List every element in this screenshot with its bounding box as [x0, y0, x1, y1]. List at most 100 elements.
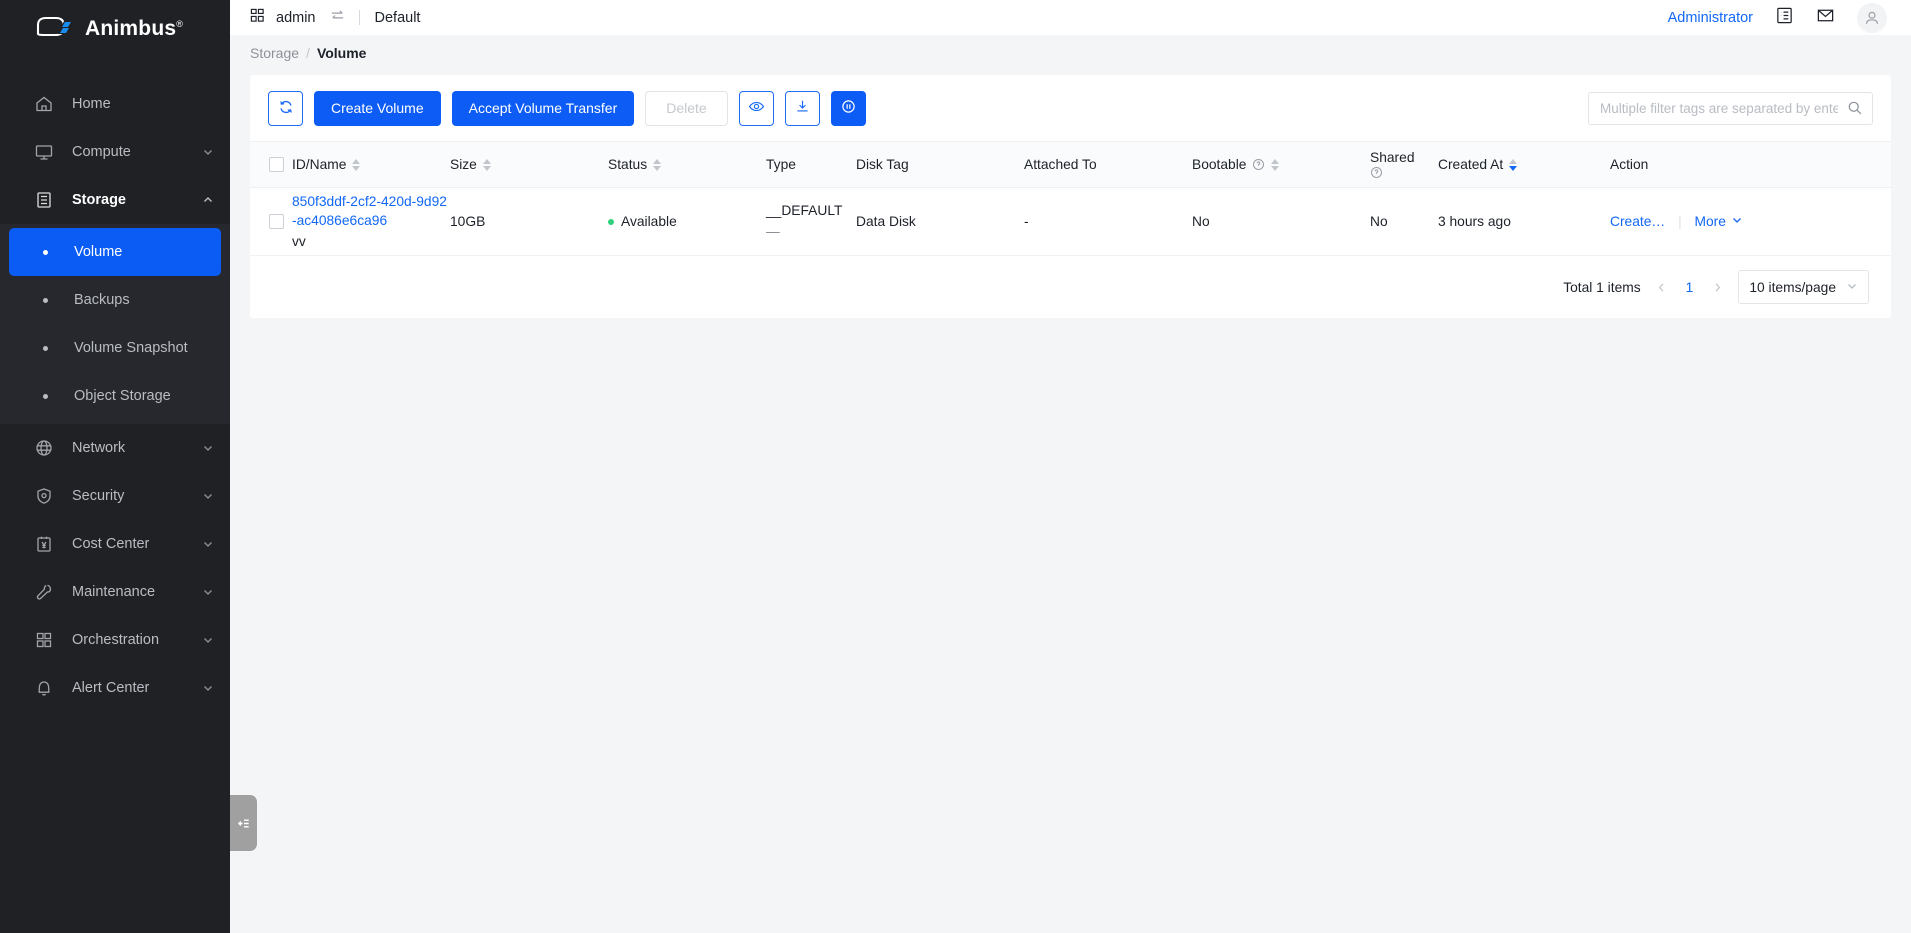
sidebar-item-home[interactable]: Home	[0, 80, 230, 128]
sidebar-item-volume-snapshot[interactable]: Volume Snapshot	[9, 324, 221, 372]
sort-toggle-icon[interactable]	[653, 158, 662, 171]
animbus-cloud-logo-icon	[34, 14, 76, 44]
sidebar-item-label: Cost Center	[72, 536, 150, 552]
sidebar-item-maintenance[interactable]: Maintenance	[0, 568, 230, 616]
globe-icon	[34, 438, 54, 458]
column-label: Status	[608, 157, 648, 172]
cell-shared: No	[1370, 187, 1438, 256]
sidebar-item-orchestration[interactable]: Orchestration	[0, 616, 230, 664]
cell-bootable: No	[1192, 187, 1370, 256]
bullet-icon	[43, 297, 48, 303]
cell-action: Create… | More	[1610, 187, 1891, 256]
bullet-icon	[43, 393, 48, 399]
bullet-icon	[43, 345, 48, 351]
column-label: Action	[1610, 157, 1649, 172]
sidebar-item-label: Home	[72, 96, 111, 112]
breadcrumb-current: Volume	[316, 44, 367, 61]
sidebar-item-cost-center[interactable]: Cost Center	[0, 520, 230, 568]
row-checkbox[interactable]	[269, 214, 284, 229]
row-select-cell	[250, 187, 292, 256]
cell-disk-tag: Data Disk	[856, 187, 1024, 256]
view-details-button[interactable]	[738, 90, 774, 126]
cell-attached-to: -	[1024, 187, 1192, 256]
column-label: Disk Tag	[856, 157, 909, 172]
accept-volume-transfer-button[interactable]: Accept Volume Transfer	[451, 90, 635, 126]
search-icon[interactable]	[1847, 100, 1863, 121]
region-selector[interactable]: Default	[375, 10, 421, 26]
column-header-size[interactable]: Size	[450, 141, 608, 188]
main-area: admin Default Administrator Storage / Vo…	[230, 0, 1911, 933]
column-header-id-name[interactable]: ID/Name	[292, 141, 450, 188]
row-create-action[interactable]: Create…	[1610, 214, 1665, 229]
table-header-row: ID/Name Size Status Type Disk Tag Attach…	[250, 141, 1891, 188]
column-header-type: Type	[766, 141, 856, 188]
column-label: Attached To	[1024, 157, 1097, 172]
sort-toggle-icon[interactable]	[482, 158, 491, 171]
cell-type: __DEFAULT —	[766, 187, 856, 256]
total-items-label: Total 1 items	[1563, 279, 1641, 295]
sidebar-item-volume[interactable]: Volume	[9, 228, 221, 276]
bullet-icon	[43, 249, 48, 255]
select-all-header	[250, 141, 292, 188]
search-input[interactable]	[1588, 91, 1873, 125]
sort-toggle-icon[interactable]	[1271, 158, 1280, 171]
column-label: Bootable	[1192, 157, 1247, 172]
sort-toggle-icon[interactable]	[352, 158, 361, 171]
sidebar-item-compute[interactable]: Compute	[0, 128, 230, 176]
sidebar-item-object-storage[interactable]: Object Storage	[9, 372, 221, 420]
page-number-1[interactable]: 1	[1682, 280, 1698, 295]
pause-info-button[interactable]	[830, 90, 866, 126]
column-label: Created At	[1438, 157, 1504, 172]
sidebar-item-security[interactable]: Security	[0, 472, 230, 520]
project-name: admin	[276, 9, 316, 26]
column-header-status[interactable]: Status	[608, 141, 766, 188]
switch-arrows-icon[interactable]	[329, 7, 346, 29]
breadcrumb: Storage / Volume	[230, 35, 1911, 70]
sidebar-item-network[interactable]: Network	[0, 424, 230, 472]
toolbar: Create Volume Accept Volume Transfer Del…	[250, 75, 1891, 141]
bell-icon	[34, 678, 54, 698]
refresh-icon	[278, 99, 294, 118]
page-size-select[interactable]: 10 items/page	[1738, 270, 1869, 304]
help-circle-icon[interactable]	[1370, 166, 1383, 179]
pause-circle-icon	[840, 98, 857, 118]
table-row[interactable]: 850f3ddf-2cf2-420d-9d92-ac4086e6ca96 vv …	[250, 187, 1891, 256]
breadcrumb-parent[interactable]: Storage	[250, 45, 299, 61]
task-list-icon[interactable]	[1775, 6, 1794, 30]
eye-icon	[748, 98, 765, 118]
topbar-divider	[358, 10, 360, 25]
sidebar-item-backups[interactable]: Backups	[9, 276, 221, 324]
sidebar-item-label: Maintenance	[72, 584, 156, 600]
column-label: Shared	[1370, 150, 1415, 165]
project-selector[interactable]: admin	[250, 8, 316, 27]
sidebar-collapse-handle[interactable]	[230, 795, 257, 851]
refresh-button[interactable]	[268, 90, 303, 126]
breadcrumb-separator: /	[306, 44, 310, 61]
sidebar-item-label: Orchestration	[72, 632, 160, 648]
administrator-link[interactable]: Administrator	[1668, 10, 1753, 26]
next-page-button[interactable]	[1711, 281, 1724, 294]
help-circle-icon[interactable]	[1252, 158, 1265, 171]
brand-name-text: Animbus	[85, 17, 177, 40]
volume-id-link[interactable]: 850f3ddf-2cf2-420d-9d92-ac4086e6ca96	[292, 192, 450, 231]
sidebar-item-alert-center[interactable]: Alert Center	[0, 664, 230, 712]
sidebar-item-storage[interactable]: Storage	[0, 176, 230, 224]
brand-name: Animbus®	[85, 17, 183, 41]
envelope-icon[interactable]	[1816, 6, 1835, 30]
column-header-created-at[interactable]: Created At	[1438, 141, 1610, 188]
monitor-icon	[34, 142, 54, 162]
volume-panel: Create Volume Accept Volume Transfer Del…	[250, 75, 1891, 318]
column-header-bootable[interactable]: Bootable	[1192, 141, 1370, 188]
row-more-action[interactable]: More	[1695, 214, 1743, 229]
user-avatar-icon[interactable]	[1857, 2, 1887, 33]
download-button[interactable]	[784, 90, 820, 126]
create-volume-button[interactable]: Create Volume	[314, 90, 441, 126]
top-bar: admin Default Administrator	[230, 0, 1911, 35]
sort-toggle-icon[interactable]	[1509, 158, 1518, 171]
brand-logo[interactable]: Animbus®	[0, 0, 230, 58]
select-all-checkbox[interactable]	[269, 157, 284, 172]
sidebar: Animbus® Home Compute Storage Volume Bac…	[0, 0, 230, 933]
column-header-attached-to: Attached To	[1024, 141, 1192, 188]
prev-page-button[interactable]	[1655, 281, 1668, 294]
cell-size: 10GB	[450, 187, 608, 256]
